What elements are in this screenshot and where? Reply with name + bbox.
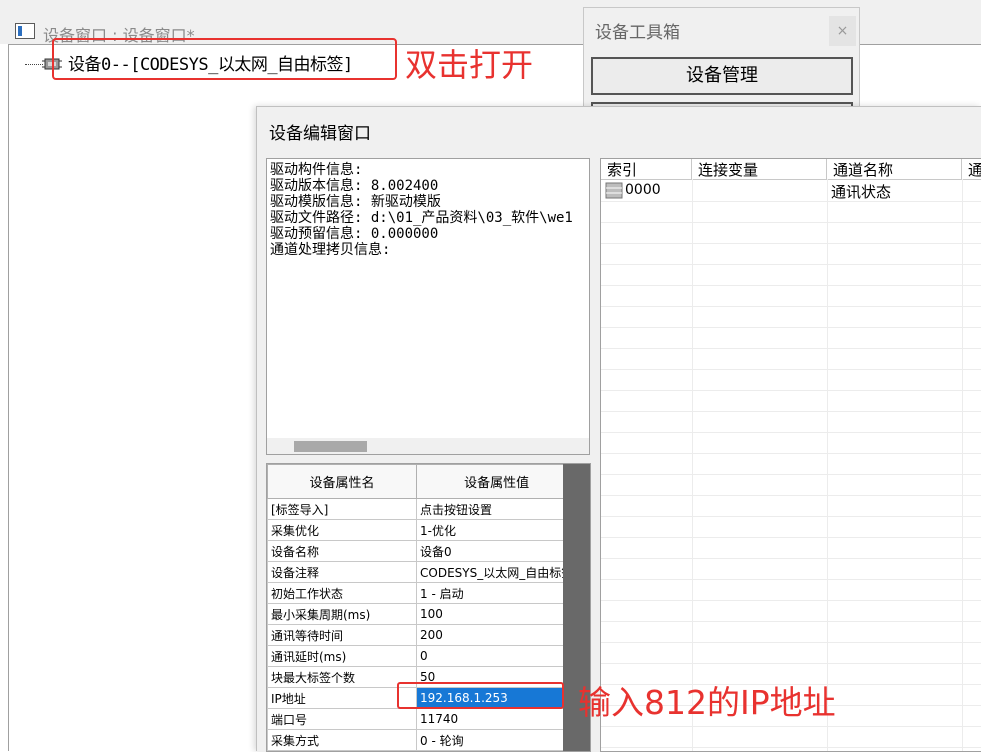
prop-name: 端口号 (267, 708, 417, 730)
prop-value[interactable]: 1-优化 (415, 519, 578, 541)
grid-line (601, 537, 981, 538)
channel-name: 通讯状态 (831, 183, 892, 201)
grid-line (601, 369, 981, 370)
column-header-channel-name[interactable]: 通道名称 (827, 159, 962, 179)
grid-line (601, 453, 981, 454)
grid-line (601, 432, 981, 433)
horizontal-scrollbar[interactable] (267, 438, 589, 454)
grid-line (827, 179, 828, 751)
grid-line (601, 747, 981, 748)
info-line: 驱动预留信息: 0.000000 (270, 226, 439, 242)
info-line: 驱动文件路径: d:\01_产品资料\03_软件\we1 (270, 210, 573, 226)
close-icon[interactable]: × (829, 16, 856, 46)
grid-line (601, 642, 981, 643)
grid-line (601, 222, 981, 223)
info-line: 通道处理拷贝信息: (270, 242, 391, 258)
table-row[interactable]: 采集优化 1-优化 (267, 519, 578, 541)
channel-list-panel: 索引 连接变量 通道名称 通 0000 通讯状态 (600, 158, 981, 752)
annotation-enter-ip: 输入812的IP地址 (578, 683, 836, 722)
edit-window-title: 设备编辑窗口 (269, 124, 371, 144)
driver-info-text: 驱动构件信息: 驱动版本信息: 8.002400 驱动模版信息: 新驱动模版 驱… (270, 162, 573, 258)
device-toolbox: 设备工具箱 × 设备管理 通用串口父设备 (583, 7, 860, 117)
grid-line (601, 306, 981, 307)
prop-name: 设备名称 (267, 540, 417, 562)
grid-line (601, 474, 981, 475)
prop-value[interactable]: 0 - 轮询 (415, 729, 578, 751)
grid-line (601, 600, 981, 601)
grid-line (601, 243, 981, 244)
grid-line (601, 201, 981, 202)
toolbox-title: 设备工具箱 (595, 23, 680, 43)
prop-value[interactable]: 1 - 启动 (415, 582, 578, 604)
prop-value[interactable]: CODESYS_以太网_自由标签 (415, 561, 578, 583)
table-row[interactable]: 设备注释 CODESYS_以太网_自由标签 (267, 561, 578, 583)
info-line: 驱动构件信息: (270, 162, 363, 178)
prop-name: 采集优化 (267, 519, 417, 541)
table-row[interactable]: 最小采集周期(ms) 100 (267, 603, 578, 625)
grid-line (601, 411, 981, 412)
column-header-more[interactable]: 通 (962, 159, 981, 179)
prop-name: IP地址 (267, 687, 417, 709)
table-row[interactable]: 通讯延时(ms) 0 (267, 645, 578, 667)
channel-index: 0000 (625, 182, 661, 198)
grid-line (692, 179, 693, 751)
grid-line (601, 558, 981, 559)
prop-name: 通讯等待时间 (267, 624, 417, 646)
column-header-index[interactable]: 索引 (601, 159, 692, 179)
grid-line (601, 285, 981, 286)
device-manage-button[interactable]: 设备管理 (591, 57, 853, 95)
prop-value[interactable]: 200 (415, 624, 578, 646)
grid-line (601, 621, 981, 622)
channel-row[interactable]: 0000 通讯状态 (601, 180, 981, 201)
prop-name: 块最大标签个数 (267, 666, 417, 688)
prop-name: 设备注释 (267, 561, 417, 583)
column-header-prop-name[interactable]: 设备属性名 (267, 464, 417, 499)
prop-value[interactable]: 100 (415, 603, 578, 625)
device-edit-window: 设备编辑窗口 驱动构件信息: 驱动版本信息: 8.002400 驱动模版信息: … (256, 106, 981, 752)
annotation-box-tree-node (52, 38, 397, 80)
prop-name: 通讯延时(ms) (267, 645, 417, 667)
table-row[interactable]: 采集方式 0 - 轮询 (267, 729, 578, 751)
column-header-prop-value[interactable]: 设备属性值 (415, 464, 578, 499)
grid-line (601, 663, 981, 664)
channel-list-header: 索引 连接变量 通道名称 通 (601, 159, 981, 180)
table-row[interactable]: [标签导入] 点击按钮设置 (267, 498, 578, 520)
info-line: 驱动版本信息: 8.002400 (270, 178, 439, 194)
window-icon (15, 23, 35, 39)
grid-line (601, 495, 981, 496)
tree-connector (25, 64, 43, 65)
prop-name: 最小采集周期(ms) (267, 603, 417, 625)
table-row[interactable]: 设备名称 设备0 (267, 540, 578, 562)
prop-name: 初始工作状态 (267, 582, 417, 604)
table-row[interactable]: 初始工作状态 1 - 启动 (267, 582, 578, 604)
channel-icon (605, 182, 623, 199)
grid-line (601, 516, 981, 517)
table-row[interactable]: 通讯等待时间 200 (267, 624, 578, 646)
annotation-double-click: 双击打开 (405, 46, 534, 84)
grid-line (601, 348, 981, 349)
grid-line (601, 264, 981, 265)
info-line: 驱动模版信息: 新驱动模版 (270, 194, 441, 210)
grid-line (601, 579, 981, 580)
grid-line (601, 726, 981, 727)
table-row[interactable]: 端口号 11740 (267, 708, 578, 730)
prop-name: [标签导入] (267, 498, 417, 520)
prop-name: 采集方式 (267, 729, 417, 751)
prop-value[interactable]: 点击按钮设置 (415, 498, 578, 520)
grid-line (601, 390, 981, 391)
driver-info-panel: 驱动构件信息: 驱动版本信息: 8.002400 驱动模版信息: 新驱动模版 驱… (266, 158, 590, 455)
grid-line (601, 327, 981, 328)
prop-value[interactable]: 11740 (415, 708, 578, 730)
prop-value[interactable]: 设备0 (415, 540, 578, 562)
annotation-box-ip (397, 682, 564, 709)
prop-value[interactable]: 0 (415, 645, 578, 667)
grid-line (962, 179, 963, 751)
scrollbar-thumb[interactable] (294, 441, 367, 452)
column-header-variable[interactable]: 连接变量 (692, 159, 827, 179)
